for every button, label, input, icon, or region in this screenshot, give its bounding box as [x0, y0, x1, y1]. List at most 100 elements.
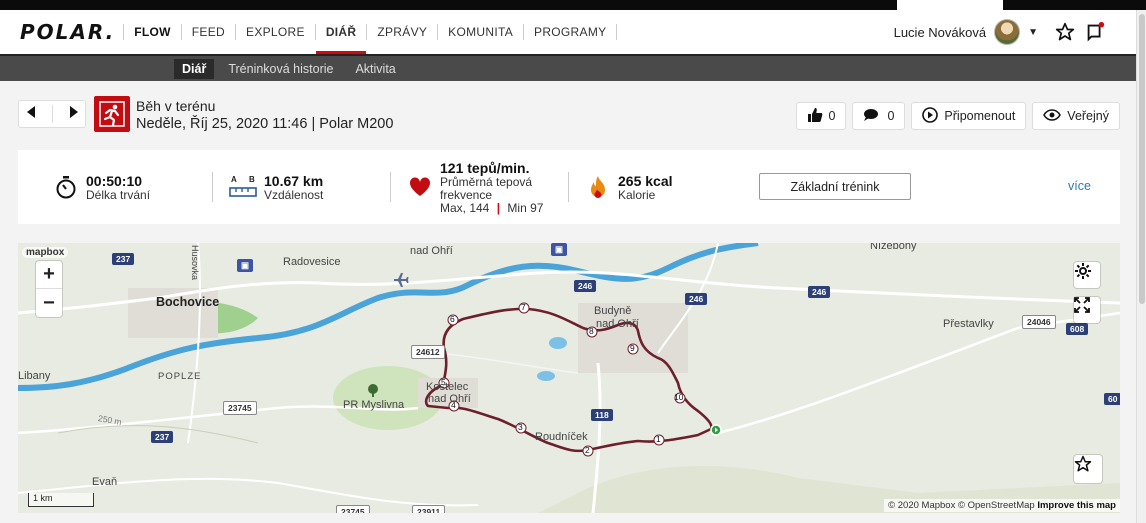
- place-label: Roudníček: [535, 431, 588, 443]
- duration-value: 00:50:10: [86, 172, 143, 189]
- road-shield: 246: [685, 293, 708, 305]
- km-marker-label: 8: [589, 326, 594, 336]
- nav-explore[interactable]: EXPLORE: [235, 24, 315, 40]
- road-shield: 246: [574, 280, 597, 292]
- mapbox-logo[interactable]: mapbox: [22, 247, 69, 258]
- scale-bar: 1 km: [28, 493, 94, 507]
- visibility-label: Veřejný: [1067, 109, 1109, 123]
- calories-value: 265 kcal: [618, 172, 673, 189]
- main-header: POLAR. FLOW FEED EXPLORE DIÁŘ ZPRÁVY KOM…: [0, 10, 1136, 54]
- km-marker-label: 7: [521, 302, 526, 312]
- place-label: PR Myslivna: [343, 399, 405, 411]
- heart-label-1: Průměrná tepová: [440, 174, 533, 189]
- map-pond: [549, 337, 567, 349]
- place-label: Radovesice: [283, 256, 341, 268]
- distance-icon: A B: [228, 175, 258, 199]
- chevron-down-icon[interactable]: ▼: [1028, 27, 1038, 38]
- route-map[interactable]: 1 2 3 4 5 6 7 8 9 10 Bochovice Radovesic…: [18, 243, 1120, 513]
- distance-label: Vzdálenost: [264, 187, 324, 202]
- star-icon[interactable]: [1054, 21, 1076, 43]
- stat-heart-rate: 121 tepů/min. Průměrná tepová frekvence …: [406, 150, 543, 224]
- nav-flow[interactable]: FLOW: [123, 24, 181, 40]
- nav-messages[interactable]: ZPRÁVY: [366, 24, 437, 40]
- heart-min: Min 97: [507, 200, 544, 215]
- prev-session-icon[interactable]: [26, 105, 37, 123]
- flame-icon: [584, 175, 612, 199]
- calories-label: Kalorie: [618, 187, 656, 202]
- place-label: Kostelec: [426, 381, 469, 393]
- nav-diary[interactable]: DIÁŘ: [314, 24, 367, 54]
- heart-max: Max, 144: [440, 200, 490, 215]
- polar-logo[interactable]: POLAR.: [20, 20, 115, 44]
- place-label: Husovka: [190, 245, 200, 281]
- place-label: POPLZE: [158, 371, 202, 382]
- nav-feed[interactable]: FEED: [180, 24, 235, 40]
- road-shield: 237: [112, 253, 135, 265]
- summary-card: 00:50:10 Délka trvání A B 10.67 km Vzdál…: [18, 150, 1120, 224]
- basic-training-button[interactable]: Základní trénink: [759, 173, 911, 200]
- stat-duration: 00:50:10 Délka trvání: [52, 150, 150, 224]
- heart-minmax: Max, 144 | Min 97: [440, 200, 544, 215]
- tab-activity[interactable]: Aktivita: [347, 59, 403, 79]
- like-count: 0: [828, 109, 836, 123]
- heart-value: 121 tepů/min.: [440, 159, 530, 176]
- heart-icon: [406, 177, 434, 197]
- distance-icon-a: A: [231, 175, 237, 184]
- tab-training-history[interactable]: Tréninková historie: [220, 59, 341, 79]
- scrollbar-thumb[interactable]: [1139, 14, 1145, 304]
- remind-label: Připomenout: [944, 109, 1016, 123]
- user-menu[interactable]: Lucie Nováková ▼: [894, 10, 1106, 54]
- nav-community[interactable]: KOMUNITA: [437, 24, 523, 40]
- comment-button[interactable]: 0: [852, 102, 906, 130]
- train-station-icon: ▣: [237, 259, 254, 272]
- main-nav: FLOW FEED EXPLORE DIÁŘ ZPRÁVY KOMUNITA P…: [123, 10, 618, 54]
- nav-programs[interactable]: PROGRAMY: [523, 24, 616, 40]
- play-circle-icon: [922, 106, 939, 126]
- road-shield: 608: [1066, 323, 1089, 335]
- duration-label: Délka trvání: [86, 187, 151, 202]
- train-station-icon: ▣: [551, 243, 568, 256]
- avatar[interactable]: [994, 19, 1021, 45]
- zoom-out-button[interactable]: −: [36, 289, 62, 317]
- star-icon: [1074, 455, 1092, 472]
- session-title-row: Běh v terénu Neděle, Říj 25, 2020 11:46 …: [18, 96, 1120, 138]
- sport-name: Běh v terénu: [136, 98, 216, 114]
- place-label: nad Ohří: [428, 393, 471, 405]
- km-marker-label: 6: [450, 314, 455, 324]
- like-button[interactable]: 0: [795, 102, 847, 130]
- place-label: Bochovice: [156, 295, 220, 309]
- km-marker-label: 10: [674, 392, 684, 402]
- improve-map-link[interactable]: Improve this map: [1037, 500, 1116, 511]
- remind-button[interactable]: Připomenout: [911, 102, 1027, 130]
- road-shield: 23745: [336, 505, 370, 513]
- zoom-in-button[interactable]: +: [36, 261, 62, 289]
- place-label: Evaň: [92, 476, 118, 488]
- fullscreen-button[interactable]: [1074, 297, 1100, 323]
- distance-icon-b: B: [249, 175, 255, 184]
- heart-minmax-sep: |: [496, 200, 501, 215]
- place-label: nad Ohří: [410, 245, 453, 257]
- map-pond: [537, 371, 555, 381]
- top-strip: [0, 0, 1146, 10]
- session-actions: 0 0 Připomenout Veřejný: [795, 102, 1120, 130]
- sync-icon[interactable]: [1084, 21, 1106, 43]
- map-settings-button[interactable]: [1074, 262, 1100, 288]
- stat-divider: [212, 172, 213, 202]
- more-link[interactable]: více: [1068, 179, 1091, 193]
- user-name[interactable]: Lucie Nováková: [894, 25, 987, 40]
- road-shield: 60: [1104, 393, 1120, 405]
- stopwatch-icon: [52, 175, 80, 199]
- nav-divider-end: [616, 24, 618, 40]
- attribution-text[interactable]: © 2020 Mapbox © OpenStreetMap: [888, 500, 1035, 511]
- page-scrollbar[interactable]: [1136, 10, 1146, 523]
- place-label: Nížebohy: [870, 243, 917, 252]
- visibility-button[interactable]: Veřejný: [1032, 102, 1120, 130]
- comment-count: 0: [887, 109, 895, 123]
- km-marker-label: 3: [518, 422, 523, 432]
- favorite-map-button[interactable]: [1074, 455, 1102, 483]
- next-session-icon[interactable]: [68, 105, 78, 123]
- tree-icon: [368, 384, 378, 394]
- tab-diary[interactable]: Diář: [174, 58, 215, 79]
- place-label: Přestavlky: [943, 318, 994, 330]
- stat-distance: A B 10.67 km Vzdálenost: [228, 150, 323, 224]
